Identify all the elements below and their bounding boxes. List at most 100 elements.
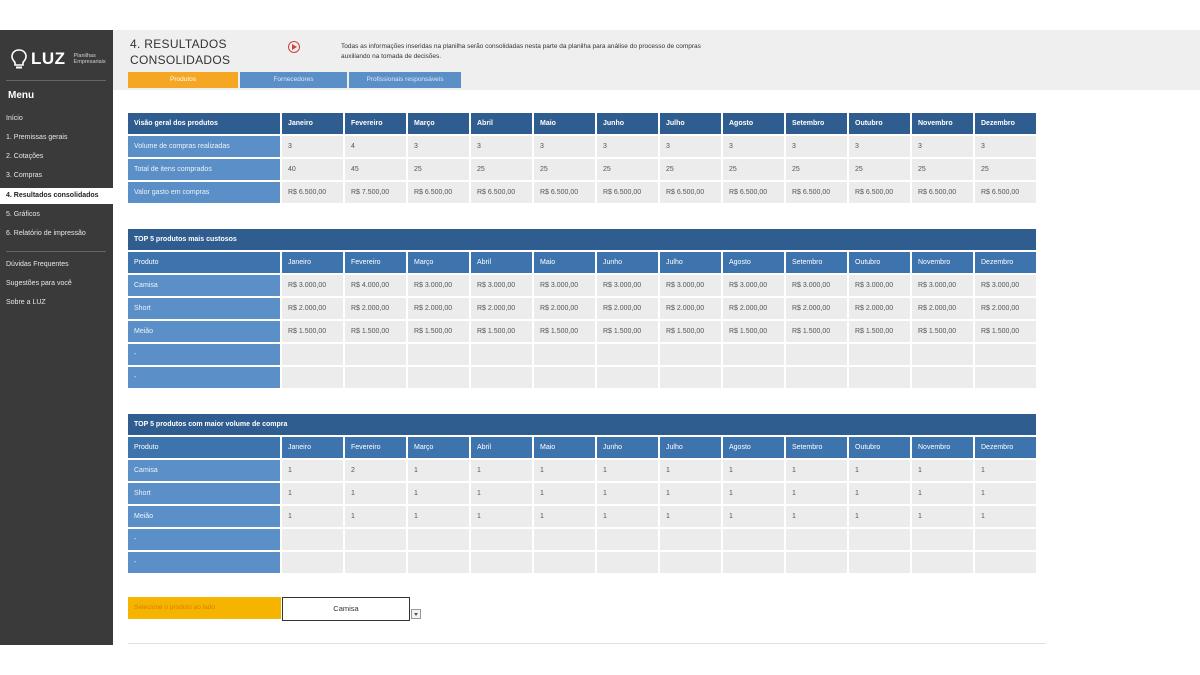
- table-cell[interactable]: [975, 367, 1036, 388]
- table-cell[interactable]: [471, 529, 532, 550]
- table-cell[interactable]: R$ 3.000,00: [660, 275, 721, 296]
- table-cell[interactable]: 1: [282, 460, 343, 481]
- table-cell[interactable]: R$ 2.000,00: [282, 298, 343, 319]
- sidebar-item-sobre[interactable]: Sobre a LUZ: [0, 295, 113, 311]
- table-cell[interactable]: 25: [723, 159, 784, 180]
- table-cell[interactable]: 1: [660, 460, 721, 481]
- table-cell[interactable]: 25: [534, 159, 595, 180]
- table-cell[interactable]: R$ 2.000,00: [408, 298, 469, 319]
- table-cell[interactable]: 1: [282, 506, 343, 527]
- sidebar-item-graficos[interactable]: 5. Gráficos: [0, 207, 113, 223]
- table-cell[interactable]: [471, 367, 532, 388]
- table-cell[interactable]: R$ 1.500,00: [534, 321, 595, 342]
- table-cell[interactable]: 40: [282, 159, 343, 180]
- table-cell[interactable]: R$ 3.000,00: [408, 275, 469, 296]
- table-cell[interactable]: 25: [975, 159, 1036, 180]
- table-cell[interactable]: 1: [786, 483, 847, 504]
- table-cell[interactable]: R$ 1.500,00: [849, 321, 910, 342]
- table-cell[interactable]: R$ 6.500,00: [975, 182, 1036, 203]
- table-cell[interactable]: R$ 1.500,00: [282, 321, 343, 342]
- table-cell[interactable]: 1: [345, 483, 406, 504]
- table-cell[interactable]: 1: [912, 460, 973, 481]
- table-cell[interactable]: R$ 3.000,00: [912, 275, 973, 296]
- table-cell[interactable]: R$ 2.000,00: [471, 298, 532, 319]
- table-cell[interactable]: 1: [597, 460, 658, 481]
- table-cell[interactable]: [912, 344, 973, 365]
- table-cell[interactable]: [345, 344, 406, 365]
- table-cell[interactable]: 3: [849, 136, 910, 157]
- table-cell[interactable]: 1: [471, 460, 532, 481]
- table-cell[interactable]: R$ 1.500,00: [975, 321, 1036, 342]
- table-cell[interactable]: 3: [660, 136, 721, 157]
- table-cell[interactable]: 25: [660, 159, 721, 180]
- table-cell[interactable]: 1: [534, 460, 595, 481]
- table-cell[interactable]: R$ 2.000,00: [345, 298, 406, 319]
- table-cell[interactable]: [534, 552, 595, 573]
- table-cell[interactable]: 1: [408, 460, 469, 481]
- table-cell[interactable]: 1: [345, 506, 406, 527]
- table-cell[interactable]: 1: [849, 506, 910, 527]
- product-selector-input[interactable]: Camisa: [282, 597, 410, 621]
- table-cell[interactable]: [408, 367, 469, 388]
- table-cell[interactable]: 1: [723, 506, 784, 527]
- table-cell[interactable]: 3: [534, 136, 595, 157]
- table-cell[interactable]: 25: [849, 159, 910, 180]
- tab-fornecedores[interactable]: Fornecedores: [240, 72, 347, 88]
- table-cell[interactable]: 1: [849, 483, 910, 504]
- table-cell[interactable]: 3: [471, 136, 532, 157]
- table-cell[interactable]: R$ 1.500,00: [723, 321, 784, 342]
- table-cell[interactable]: 1: [975, 460, 1036, 481]
- table-cell[interactable]: 3: [597, 136, 658, 157]
- table-cell[interactable]: 3: [975, 136, 1036, 157]
- table-cell[interactable]: [660, 367, 721, 388]
- dropdown-arrow-icon[interactable]: [411, 609, 421, 619]
- table-cell[interactable]: R$ 2.000,00: [975, 298, 1036, 319]
- table-cell[interactable]: [282, 344, 343, 365]
- table-cell[interactable]: 3: [408, 136, 469, 157]
- table-cell[interactable]: R$ 2.000,00: [534, 298, 595, 319]
- table-cell[interactable]: 1: [597, 506, 658, 527]
- table-cell[interactable]: 1: [282, 483, 343, 504]
- sidebar-item-premissas[interactable]: 1. Premissas gerais: [0, 130, 113, 146]
- table-cell[interactable]: 3: [282, 136, 343, 157]
- table-cell[interactable]: [282, 367, 343, 388]
- table-cell[interactable]: R$ 1.500,00: [912, 321, 973, 342]
- play-video-icon[interactable]: [288, 41, 300, 53]
- sidebar-item-resultados[interactable]: 4. Resultados consolidados: [0, 188, 113, 204]
- table-cell[interactable]: 4: [345, 136, 406, 157]
- table-cell[interactable]: R$ 3.000,00: [597, 275, 658, 296]
- table-cell[interactable]: [912, 367, 973, 388]
- table-cell[interactable]: [849, 367, 910, 388]
- table-cell[interactable]: R$ 1.500,00: [597, 321, 658, 342]
- table-cell[interactable]: 1: [723, 483, 784, 504]
- table-cell[interactable]: [660, 529, 721, 550]
- table-cell[interactable]: 1: [912, 506, 973, 527]
- sidebar-item-sugestoes[interactable]: Sugestões para você: [0, 276, 113, 292]
- table-cell[interactable]: R$ 2.000,00: [660, 298, 721, 319]
- table-cell[interactable]: [975, 344, 1036, 365]
- tab-profissionais[interactable]: Profissionais responsáveis: [349, 72, 461, 88]
- table-cell[interactable]: [849, 529, 910, 550]
- table-cell[interactable]: R$ 3.000,00: [534, 275, 595, 296]
- table-cell[interactable]: R$ 1.500,00: [471, 321, 532, 342]
- table-cell[interactable]: 1: [534, 483, 595, 504]
- table-cell[interactable]: [597, 344, 658, 365]
- table-cell[interactable]: [975, 552, 1036, 573]
- table-cell[interactable]: [786, 529, 847, 550]
- table-cell[interactable]: [723, 529, 784, 550]
- table-cell[interactable]: R$ 6.500,00: [786, 182, 847, 203]
- table-cell[interactable]: R$ 6.500,00: [471, 182, 532, 203]
- table-cell[interactable]: 25: [912, 159, 973, 180]
- table-cell[interactable]: [408, 344, 469, 365]
- table-cell[interactable]: 2: [345, 460, 406, 481]
- table-cell[interactable]: R$ 6.500,00: [534, 182, 595, 203]
- table-cell[interactable]: [282, 529, 343, 550]
- table-cell[interactable]: 1: [471, 483, 532, 504]
- table-cell[interactable]: R$ 6.500,00: [723, 182, 784, 203]
- table-cell[interactable]: 1: [660, 506, 721, 527]
- table-cell[interactable]: [534, 344, 595, 365]
- table-cell[interactable]: [597, 367, 658, 388]
- table-cell[interactable]: R$ 7.500,00: [345, 182, 406, 203]
- table-cell[interactable]: 1: [660, 483, 721, 504]
- table-cell[interactable]: R$ 6.500,00: [912, 182, 973, 203]
